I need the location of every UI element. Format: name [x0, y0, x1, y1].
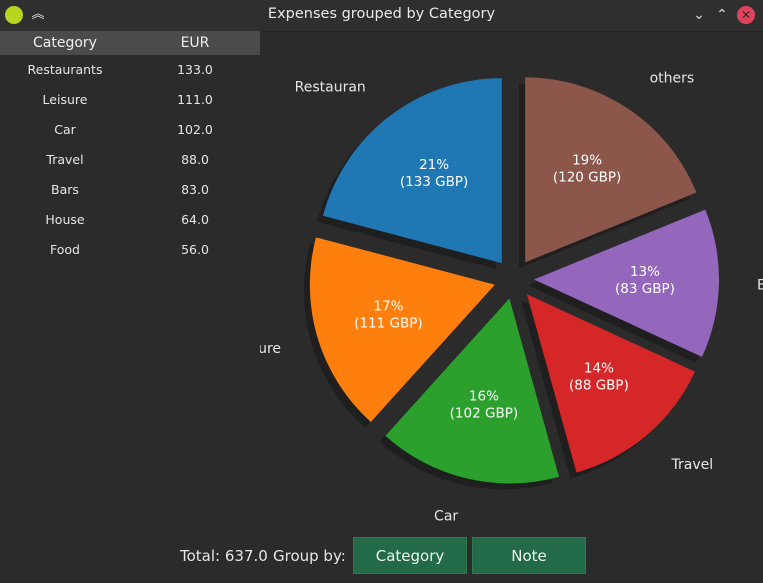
pie-value-label: (88 GBP)	[569, 378, 629, 394]
pie-category-label: others	[650, 70, 695, 86]
minimize-icon[interactable]: ⌄	[690, 6, 708, 24]
title-bar: ︽ Expenses grouped by Category ⌄ ⌃ ✕	[0, 0, 763, 32]
table-row[interactable]: Travel 88.0	[0, 145, 260, 175]
pie-category-label: Leisure	[260, 341, 281, 357]
group-by-note-button[interactable]: Note	[472, 537, 586, 574]
eur-cell: 111.0	[177, 92, 213, 107]
pie-value-label: (133 GBP)	[400, 174, 468, 190]
category-cell: Car	[54, 122, 76, 137]
eur-cell: 133.0	[177, 62, 213, 77]
pie-category-label: Travel	[671, 457, 714, 473]
group-by-category-button[interactable]: Category	[353, 537, 467, 574]
table-header: Category EUR	[0, 31, 260, 55]
pie-percent-label: 13%	[630, 264, 660, 280]
table-row[interactable]: Restaurants 133.0	[0, 55, 260, 85]
pie-value-label: (120 GBP)	[553, 169, 621, 185]
pie-percent-label: 21%	[419, 157, 449, 173]
category-cell: Restaurants	[27, 62, 103, 77]
column-header-category[interactable]: Category	[0, 31, 130, 55]
category-cell: Bars	[51, 182, 79, 197]
table-row[interactable]: Leisure 111.0	[0, 85, 260, 115]
pie-percent-label: 16%	[469, 388, 499, 404]
eur-cell: 88.0	[181, 152, 209, 167]
pie-value-label: (83 GBP)	[615, 281, 675, 297]
pie-percent-label: 17%	[373, 298, 403, 314]
table-row[interactable]: Bars 83.0	[0, 175, 260, 205]
table-row[interactable]: Food 56.0	[0, 235, 260, 265]
window-title: Expenses grouped by Category	[267, 6, 496, 22]
pie-category-label: Car	[434, 509, 458, 525]
pie-percent-label: 19%	[572, 152, 602, 168]
pie-value-label: (102 GBP)	[450, 405, 518, 421]
pie-category-label: Bars	[757, 277, 763, 293]
pie-category-label: Restauran	[295, 79, 366, 95]
column-header-eur[interactable]: EUR	[130, 31, 260, 55]
close-icon[interactable]: ✕	[737, 6, 755, 24]
category-cell: House	[45, 212, 85, 227]
eur-cell: 56.0	[181, 242, 209, 257]
table-row[interactable]: House 64.0	[0, 205, 260, 235]
eur-cell: 64.0	[181, 212, 209, 227]
pie-value-label: (111 GBP)	[354, 315, 422, 331]
eur-cell: 83.0	[181, 182, 209, 197]
table-row[interactable]: Car 102.0	[0, 115, 260, 145]
category-cell: Travel	[46, 152, 84, 167]
group-by-label: Group by:	[273, 547, 346, 565]
expenses-pie-chart: 21%(133 GBP) Restauran 17%(111 GBP) Leisure…	[260, 70, 763, 525]
category-cell: Food	[50, 242, 80, 257]
eur-cell: 102.0	[177, 122, 213, 137]
category-cell: Leisure	[42, 92, 88, 107]
footer-bar: Total: 637.0 Group by: Category Note	[0, 537, 763, 577]
expenses-table: Category EUR Restaurants 133.0 Leisure 111.…	[0, 31, 260, 265]
maximize-icon[interactable]: ⌃	[713, 6, 731, 24]
pie-percent-label: 14%	[584, 361, 614, 377]
total-label: Total: 637.0	[180, 547, 268, 565]
pie-slice[interactable]	[322, 78, 502, 264]
